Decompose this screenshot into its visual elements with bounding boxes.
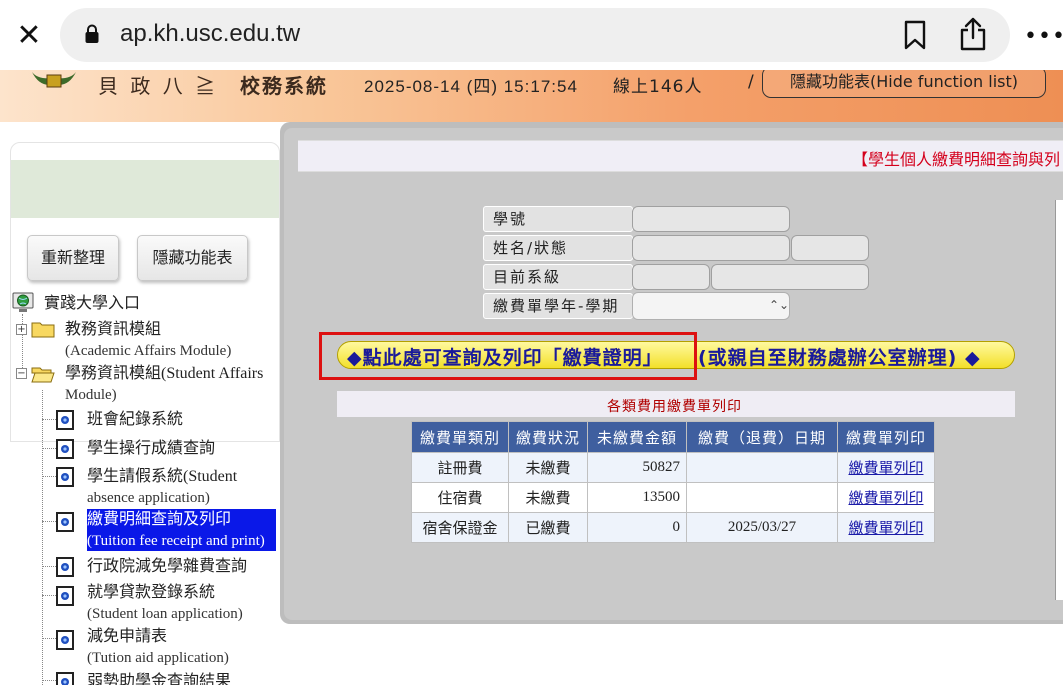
- tree-line: [42, 680, 56, 681]
- col-payment-date: 繳費（退費）日期: [687, 422, 837, 452]
- school-logo: [32, 72, 76, 88]
- print-bill-link[interactable]: 繳費單列印: [838, 453, 934, 482]
- system-name: 校務系統: [240, 74, 328, 98]
- select-chevron-icon: ⌃⌄: [769, 298, 790, 312]
- menu-item-leave-system-en[interactable]: absence application): [87, 488, 210, 509]
- lock-icon: [85, 24, 99, 43]
- payment-status: 已繳費: [509, 513, 587, 542]
- menu-item-aid-result[interactable]: 弱勢助學金查詢結果: [87, 671, 231, 685]
- expand-toggle[interactable]: +: [16, 324, 27, 335]
- department-name-field: [711, 264, 869, 290]
- col-print-bill: 繳費單列印: [838, 422, 934, 452]
- payment-date: [687, 483, 837, 512]
- payment-status: 未繳費: [509, 483, 587, 512]
- folder-icon: [31, 322, 55, 338]
- function-tree: 實踐大學入口 + 教務資訊模組 (Academic Affairs Module…: [0, 122, 280, 685]
- student-id-field: [632, 206, 790, 232]
- tree-line: [42, 448, 56, 449]
- table-row: 註冊費 未繳費 50827 繳費單列印: [412, 453, 934, 482]
- document-icon: [56, 672, 74, 685]
- student-id-label: 學號: [483, 206, 633, 232]
- menu-item-tuition-receipt-en[interactable]: (Tuition fee receipt and print): [87, 531, 265, 552]
- tree-line: [42, 638, 56, 639]
- term-label: 繳費單學年-學期: [483, 293, 633, 319]
- payment-certificate-note[interactable]: (或親自至財務處辦公室辦理) ◆: [698, 343, 981, 370]
- fee-type: 住宿費: [412, 483, 508, 512]
- browser-toolbar: ✕ ap.kh.usc.edu.tw •••: [0, 0, 1063, 70]
- more-icon[interactable]: •••: [1024, 24, 1063, 49]
- table-header-row: 繳費單類別 繳費狀況 未繳費金額 繳費（退費）日期 繳費單列印: [412, 422, 934, 452]
- globe-icon: [12, 292, 34, 312]
- separator: /: [748, 72, 754, 92]
- online-count: 線上146人: [613, 77, 703, 97]
- fee-type: 宿舍保證金: [412, 513, 508, 542]
- open-folder-icon: [31, 367, 55, 383]
- print-bill-link[interactable]: 繳費單列印: [838, 513, 934, 542]
- table-row: 住宿費 未繳費 13500 繳費單列印: [412, 483, 934, 512]
- menu-item-conduct-grade[interactable]: 學生操行成績查詢: [87, 438, 215, 459]
- term-select[interactable]: [632, 292, 790, 320]
- document-icon: [56, 512, 74, 532]
- current-datetime: 2025-08-14 (四) 15:17:54: [364, 77, 578, 96]
- department-code-field: [632, 264, 710, 290]
- tree-root-label[interactable]: 實踐大學入口: [44, 293, 140, 314]
- payment-date: 2025/03/27: [687, 513, 837, 542]
- site-header: 貝 政 八 ≧ 校務系統 2025-08-14 (四) 15:17:54 線上1…: [0, 70, 1063, 122]
- document-icon: [56, 557, 74, 577]
- tree-line: [42, 521, 56, 522]
- department-label: 目前系級: [483, 264, 633, 290]
- hide-function-list-button[interactable]: 隱藏功能表(Hide function list): [762, 70, 1046, 98]
- unpaid-amount: 50827: [588, 453, 686, 482]
- menu-item-leave-system[interactable]: 學生請假系統(Student: [87, 466, 237, 487]
- url-text[interactable]: ap.kh.usc.edu.tw: [120, 20, 300, 48]
- col-payment-status: 繳費狀況: [509, 422, 587, 452]
- fee-type: 註冊費: [412, 453, 508, 482]
- tree-line: [22, 314, 23, 374]
- document-icon: [56, 630, 74, 650]
- table-row: 宿舍保證金 已繳費 0 2025/03/27 繳費單列印: [412, 513, 934, 542]
- share-icon[interactable]: [958, 16, 988, 52]
- print-section-title: 各類費用繳費單列印: [607, 399, 742, 415]
- tree-line: [42, 566, 56, 567]
- document-icon: [56, 410, 74, 430]
- tree-line: [42, 595, 56, 596]
- highlight-box: [319, 332, 697, 380]
- payment-date: [687, 453, 837, 482]
- menu-item-fee-reduction[interactable]: 行政院減免學雜費查詢: [87, 556, 247, 577]
- tree-academic-module-en[interactable]: (Academic Affairs Module): [65, 341, 231, 362]
- right-panel-edge: [1055, 200, 1063, 600]
- unpaid-amount: 13500: [588, 483, 686, 512]
- document-icon: [56, 586, 74, 606]
- unpaid-amount: 0: [588, 513, 686, 542]
- menu-item-aid-application-en[interactable]: (Tution aid application): [87, 648, 229, 669]
- print-bill-link[interactable]: 繳費單列印: [838, 483, 934, 512]
- tree-student-module[interactable]: 學務資訊模組(Student Affairs: [65, 363, 263, 384]
- fee-table: 繳費單類別 繳費狀況 未繳費金額 繳費（退費）日期 繳費單列印 註冊費 未繳費 …: [411, 421, 935, 543]
- col-fee-type: 繳費單類別: [412, 422, 508, 452]
- bookmark-icon[interactable]: [902, 20, 928, 50]
- menu-item-class-meeting[interactable]: 班會紀錄系統: [87, 409, 183, 430]
- tree-academic-module[interactable]: 教務資訊模組: [65, 319, 161, 340]
- menu-item-student-loan-en[interactable]: (Student loan application): [87, 604, 243, 625]
- menu-item-aid-application[interactable]: 減免申請表: [87, 626, 167, 647]
- payment-status: 未繳費: [509, 453, 587, 482]
- tree-line: [42, 476, 56, 477]
- name-status-label: 姓名/狀態: [483, 235, 633, 261]
- document-icon: [56, 467, 74, 487]
- name-field: [632, 235, 790, 261]
- collapse-toggle[interactable]: −: [16, 368, 27, 379]
- tree-line: [42, 419, 56, 420]
- menu-item-student-loan[interactable]: 就學貸款登錄系統: [87, 582, 215, 603]
- page-title: 【學生個人繳費明細查詢與列: [852, 150, 1061, 169]
- close-icon[interactable]: ✕: [14, 18, 44, 53]
- document-icon: [56, 439, 74, 459]
- tree-student-module-en[interactable]: Module): [65, 385, 117, 406]
- col-unpaid-amount: 未繳費金額: [588, 422, 686, 452]
- status-field: [791, 235, 869, 261]
- tree-line: [42, 390, 43, 685]
- sidebar: 重新整理 隱藏功能表 實踐大學入口 + 教務資訊模組 (Academic Aff…: [0, 122, 280, 685]
- school-name-script: 貝 政 八 ≧: [98, 74, 219, 98]
- menu-item-tuition-receipt[interactable]: 繳費明細查詢及列印: [87, 509, 231, 530]
